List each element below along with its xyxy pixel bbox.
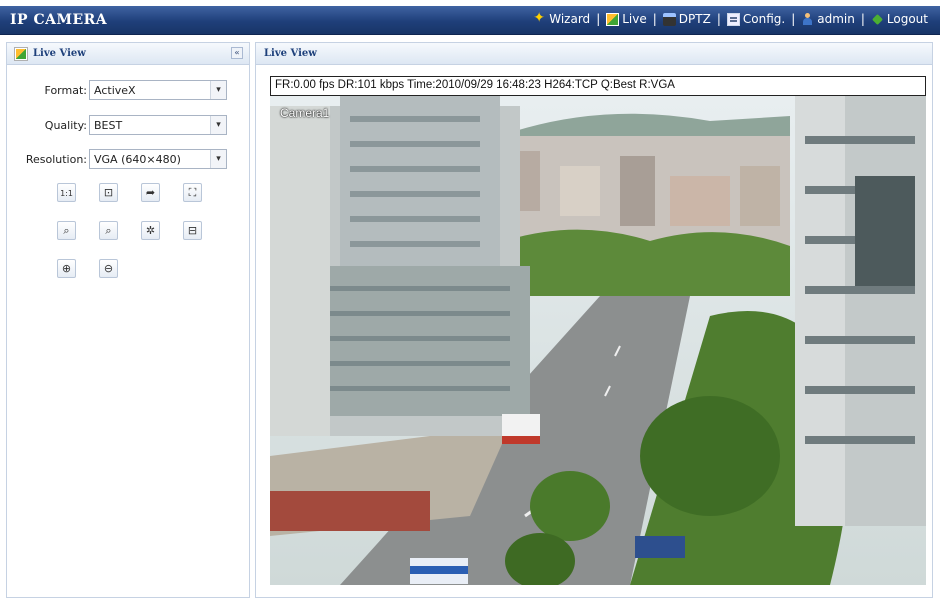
format-label: Format:	[44, 84, 87, 97]
stream-status-bar: FR:0.00 fps DR:101 kbps Time:2010/09/29 …	[270, 76, 926, 96]
main-panel-title: Live View	[264, 48, 317, 59]
top-header: IP CAMERA Wizard | Live | DPTZ | Config.…	[0, 6, 940, 35]
zoom-out-button[interactable]: ⊖	[99, 259, 118, 278]
nav-admin[interactable]: admin	[801, 12, 855, 26]
config-icon	[726, 12, 740, 26]
nav-separator: |	[791, 12, 796, 26]
camera-label: Camera1	[280, 106, 330, 120]
resolution-value: VGA (640×480)	[94, 153, 181, 166]
format-row: Format: ActiveX ▾	[7, 80, 251, 102]
quality-select[interactable]: BEST ▾	[89, 115, 227, 135]
chevron-down-icon: ▾	[210, 81, 226, 99]
nav-live[interactable]: Live	[606, 12, 647, 26]
mask-button[interactable]: ✲	[141, 221, 160, 240]
street-scene-image	[270, 96, 926, 585]
format-value: ActiveX	[94, 84, 136, 97]
nav-dptz[interactable]: DPTZ	[662, 12, 711, 26]
record-button[interactable]: ⊟	[183, 221, 202, 240]
zoom-in-icon: ⊕	[61, 262, 72, 275]
live-video-feed[interactable]: Camera1	[270, 96, 926, 585]
fullscreen-button[interactable]: ⛶	[183, 183, 202, 202]
record-icon: ⊟	[187, 224, 198, 237]
forward-button[interactable]: ➦	[141, 183, 160, 202]
zoom-region-icon: ⌕	[63, 224, 70, 237]
chevron-down-icon: ▾	[210, 150, 226, 168]
live-icon	[606, 12, 620, 26]
format-select[interactable]: ActiveX ▾	[89, 80, 227, 100]
dptz-icon	[662, 12, 676, 26]
admin-icon	[801, 12, 814, 26]
zoom-region-2-icon: ⌕	[105, 224, 112, 237]
wizard-icon	[533, 10, 546, 26]
original-size-button[interactable]: 1:1	[57, 183, 76, 202]
nav-separator: |	[860, 12, 865, 26]
nav-separator: |	[596, 12, 601, 26]
zoom-in-button[interactable]: ⊕	[57, 259, 76, 278]
top-nav: Wizard | Live | DPTZ | Config. | admin |…	[533, 10, 928, 27]
zoom-region-2-button[interactable]: ⌕	[99, 221, 118, 240]
live-view-side-panel: Live View « Format: ActiveX ▾ Quality: B…	[6, 42, 250, 598]
quality-row: Quality: BEST ▾	[7, 115, 251, 137]
chevron-down-icon: ▾	[210, 116, 226, 134]
quality-label: Quality:	[44, 119, 87, 132]
nav-wizard[interactable]: Wizard	[533, 10, 590, 27]
live-view-icon	[14, 47, 28, 61]
zoom-region-button[interactable]: ⌕	[57, 221, 76, 240]
resolution-label: Resolution:	[25, 153, 87, 166]
nav-separator: |	[716, 12, 721, 26]
nav-separator: |	[652, 12, 657, 26]
forward-arrow-icon: ➦	[145, 186, 156, 199]
fullscreen-icon: ⛶	[188, 186, 197, 199]
live-view-main-panel: Live View FR:0.00 fps DR:101 kbps Time:2…	[255, 42, 933, 598]
logout-icon	[871, 13, 884, 26]
quality-value: BEST	[94, 119, 123, 132]
collapse-panel-button[interactable]: «	[231, 47, 243, 59]
snapshot-folder-icon: ⊡	[103, 186, 114, 199]
snapshot-button[interactable]: ⊡	[99, 183, 118, 202]
main-panel-header: Live View	[256, 43, 932, 65]
resolution-select[interactable]: VGA (640×480) ▾	[89, 149, 227, 169]
brand-title: IP CAMERA	[10, 12, 108, 28]
nav-logout[interactable]: Logout	[871, 12, 928, 26]
zoom-out-icon: ⊖	[103, 262, 114, 275]
resolution-row: Resolution: VGA (640×480) ▾	[7, 149, 251, 171]
original-size-icon: 1:1	[60, 189, 73, 198]
side-panel-title: Live View	[33, 48, 86, 59]
mask-icon: ✲	[145, 224, 156, 237]
side-panel-header: Live View «	[7, 43, 249, 65]
nav-config[interactable]: Config.	[726, 12, 785, 26]
